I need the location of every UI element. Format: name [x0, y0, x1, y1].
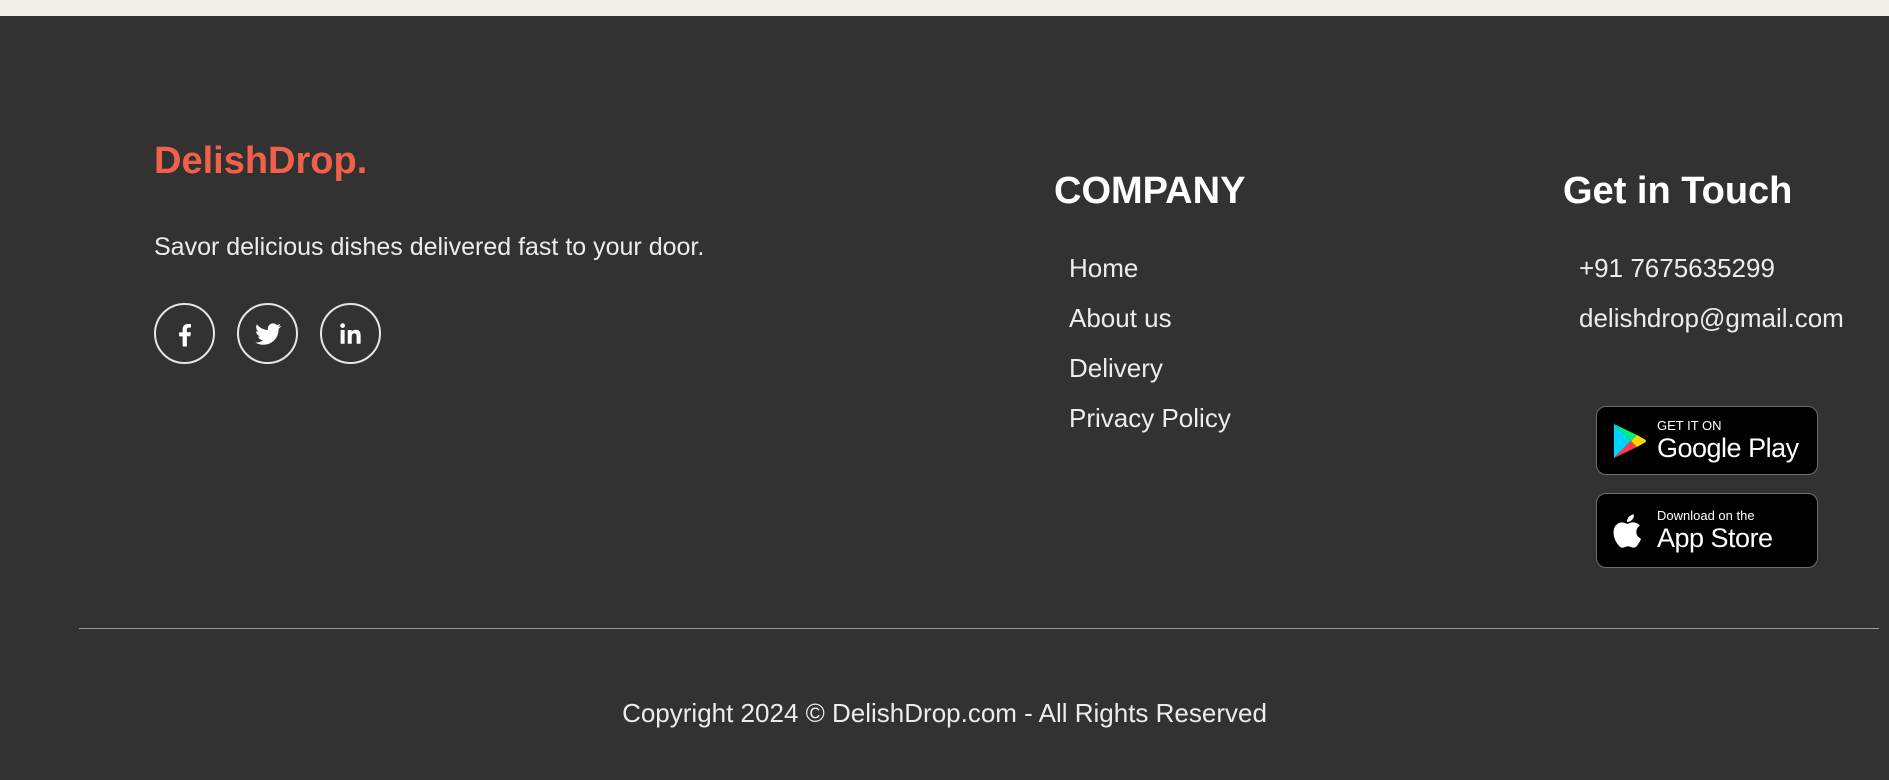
google-play-badge[interactable]: GET IT ON Google Play — [1596, 406, 1818, 475]
company-links: Home About us Delivery Privacy Policy — [1069, 248, 1231, 448]
copyright-text: Copyright 2024 © DelishDrop.com - All Ri… — [622, 698, 1267, 728]
footer-divider — [79, 628, 1879, 629]
facebook-link[interactable] — [154, 303, 215, 364]
about-us-link[interactable]: About us — [1069, 303, 1172, 333]
facebook-icon — [178, 323, 191, 346]
list-item: Delivery — [1069, 348, 1231, 398]
contact-info: +91 7675635299 delishdrop@gmail.com — [1579, 248, 1844, 348]
phone-number: +91 7675635299 — [1579, 253, 1775, 283]
list-item: Privacy Policy — [1069, 398, 1231, 448]
linkedin-icon — [339, 322, 361, 344]
app-store-badge[interactable]: Download on the App Store — [1596, 493, 1818, 568]
list-item: About us — [1069, 298, 1231, 348]
privacy-policy-link[interactable]: Privacy Policy — [1069, 403, 1231, 433]
footer-tagline: Savor delicious dishes delivered fast to… — [154, 233, 705, 261]
twitter-link[interactable] — [237, 303, 298, 364]
email-address: delishdrop@gmail.com — [1579, 303, 1844, 333]
get-in-touch-heading: Get in Touch — [1563, 170, 1793, 212]
social-links — [154, 303, 381, 364]
google-play-text: GET IT ON Google Play — [1657, 417, 1799, 463]
linkedin-link[interactable] — [320, 303, 381, 364]
app-store-big-text: App Store — [1657, 522, 1773, 553]
delivery-link[interactable]: Delivery — [1069, 353, 1163, 383]
google-play-small-text: GET IT ON — [1657, 417, 1722, 433]
google-play-icon — [1614, 423, 1646, 458]
app-store-text: Download on the App Store — [1657, 507, 1773, 553]
apple-icon — [1613, 513, 1641, 548]
twitter-icon — [254, 322, 281, 345]
company-heading: COMPANY — [1054, 170, 1246, 212]
site-footer — [0, 16, 1889, 780]
google-play-big-text: Google Play — [1657, 432, 1799, 463]
home-link[interactable]: Home — [1069, 253, 1138, 283]
brand-logo-text[interactable]: DelishDrop. — [154, 140, 367, 183]
list-item: Home — [1069, 248, 1231, 298]
top-page-strip — [0, 0, 1889, 16]
app-store-small-text: Download on the — [1657, 507, 1755, 523]
